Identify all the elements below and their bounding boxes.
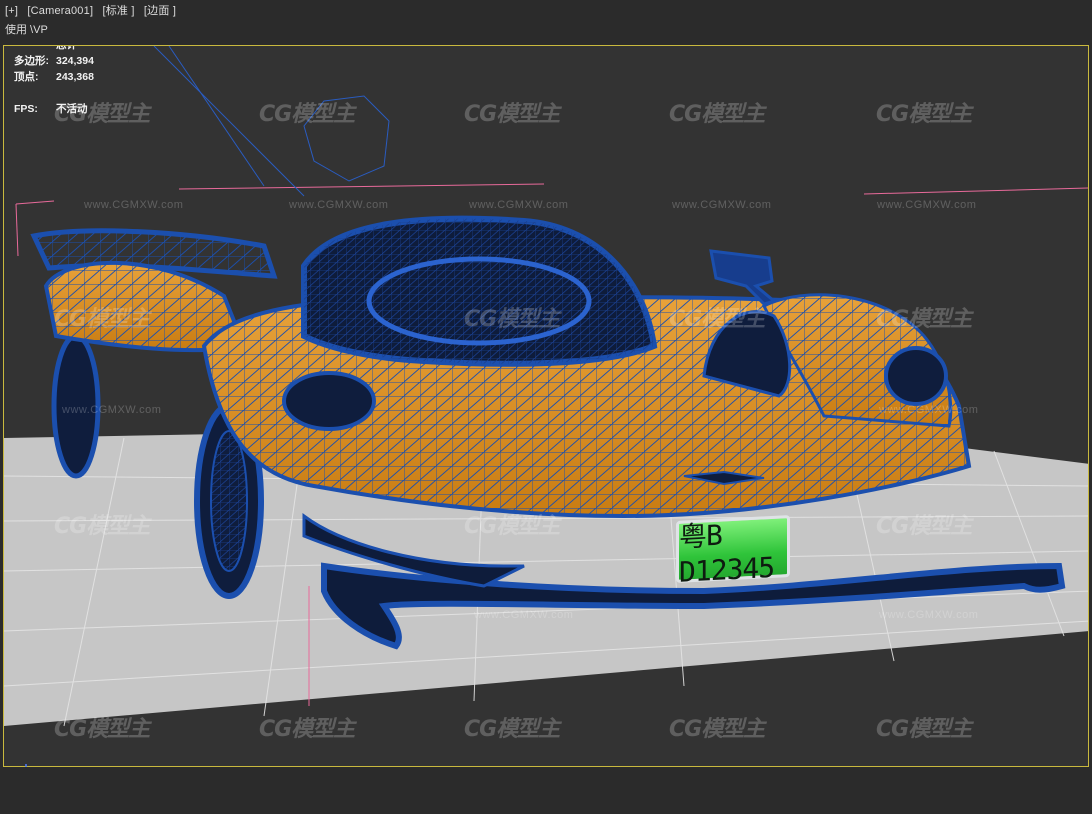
watermark-logo: CG模型主 [876,307,972,332]
watermark-logo: CG模型主 [669,102,765,127]
watermark-url: www.CGMXW.com [879,609,979,621]
viewport-shading-menu[interactable]: [标准 ] [102,5,134,17]
stats-header: 总计 [56,45,77,51]
watermark-logo: CG模型主 [464,307,560,332]
viewport-bottom-strip [0,767,1092,814]
left-headlight [282,371,376,431]
watermark-logo: CG模型主 [464,717,560,742]
watermark-url: www.CGMXW.com [469,199,569,211]
watermark-logo: CG模型主 [259,102,355,127]
watermark-url: www.CGMXW.com [879,404,979,416]
vertices-label: 顶点: [14,71,39,83]
watermark-logo: CG模型主 [669,717,765,742]
watermark-url: www.CGMXW.com [62,404,162,416]
side-mirror [709,249,778,306]
watermark-logo: CG模型主 [54,717,150,742]
polygons-label: 多边形: [14,55,49,67]
watermark-logo: CG模型主 [876,102,972,127]
license-plate: 粤B D12345 [676,515,790,588]
vertices-count: 243,368 [56,71,94,83]
viewport-menu-bar: [+] [Camera001] [标准 ] [边面 ] [0,0,1092,22]
watermark-logo: CG模型主 [464,102,560,127]
watermark-logo: CG模型主 [54,307,150,332]
right-headlight [884,346,948,406]
watermark-logo: CG模型主 [669,307,765,332]
watermark-logo: CG模型主 [464,514,560,539]
watermark-logo: CG模型主 [876,514,972,539]
watermark-url: www.CGMXW.com [474,609,574,621]
watermark-url: www.CGMXW.com [672,199,772,211]
watermark-url: www.CGMXW.com [877,199,977,211]
watermark-logo: CG模型主 [259,717,355,742]
viewport-statistics: 总计 多边形: 324,394 顶点: 243,368 FPS: 不活动 [14,45,94,117]
viewport-display-mode-menu[interactable]: [边面 ] [144,5,176,17]
watermark-logo: CG模型主 [54,514,150,539]
viewport-preset-label[interactable]: 使用 \VP [5,21,48,37]
camera-viewport[interactable]: 粤B D12345 CG模型主 CG模型主 CG模型主 CG模型主 CG模型主 … [3,45,1089,767]
watermark-url: www.CGMXW.com [84,199,184,211]
polygons-count: 324,394 [56,55,94,67]
fps-label: FPS: [14,103,38,115]
fps-value: 不活动 [56,103,88,115]
viewport-plus-menu[interactable]: [+] [5,5,18,17]
viewport-camera-menu[interactable]: [Camera001] [27,5,93,17]
watermark-logo: CG模型主 [876,717,972,742]
watermark-url: www.CGMXW.com [289,199,389,211]
